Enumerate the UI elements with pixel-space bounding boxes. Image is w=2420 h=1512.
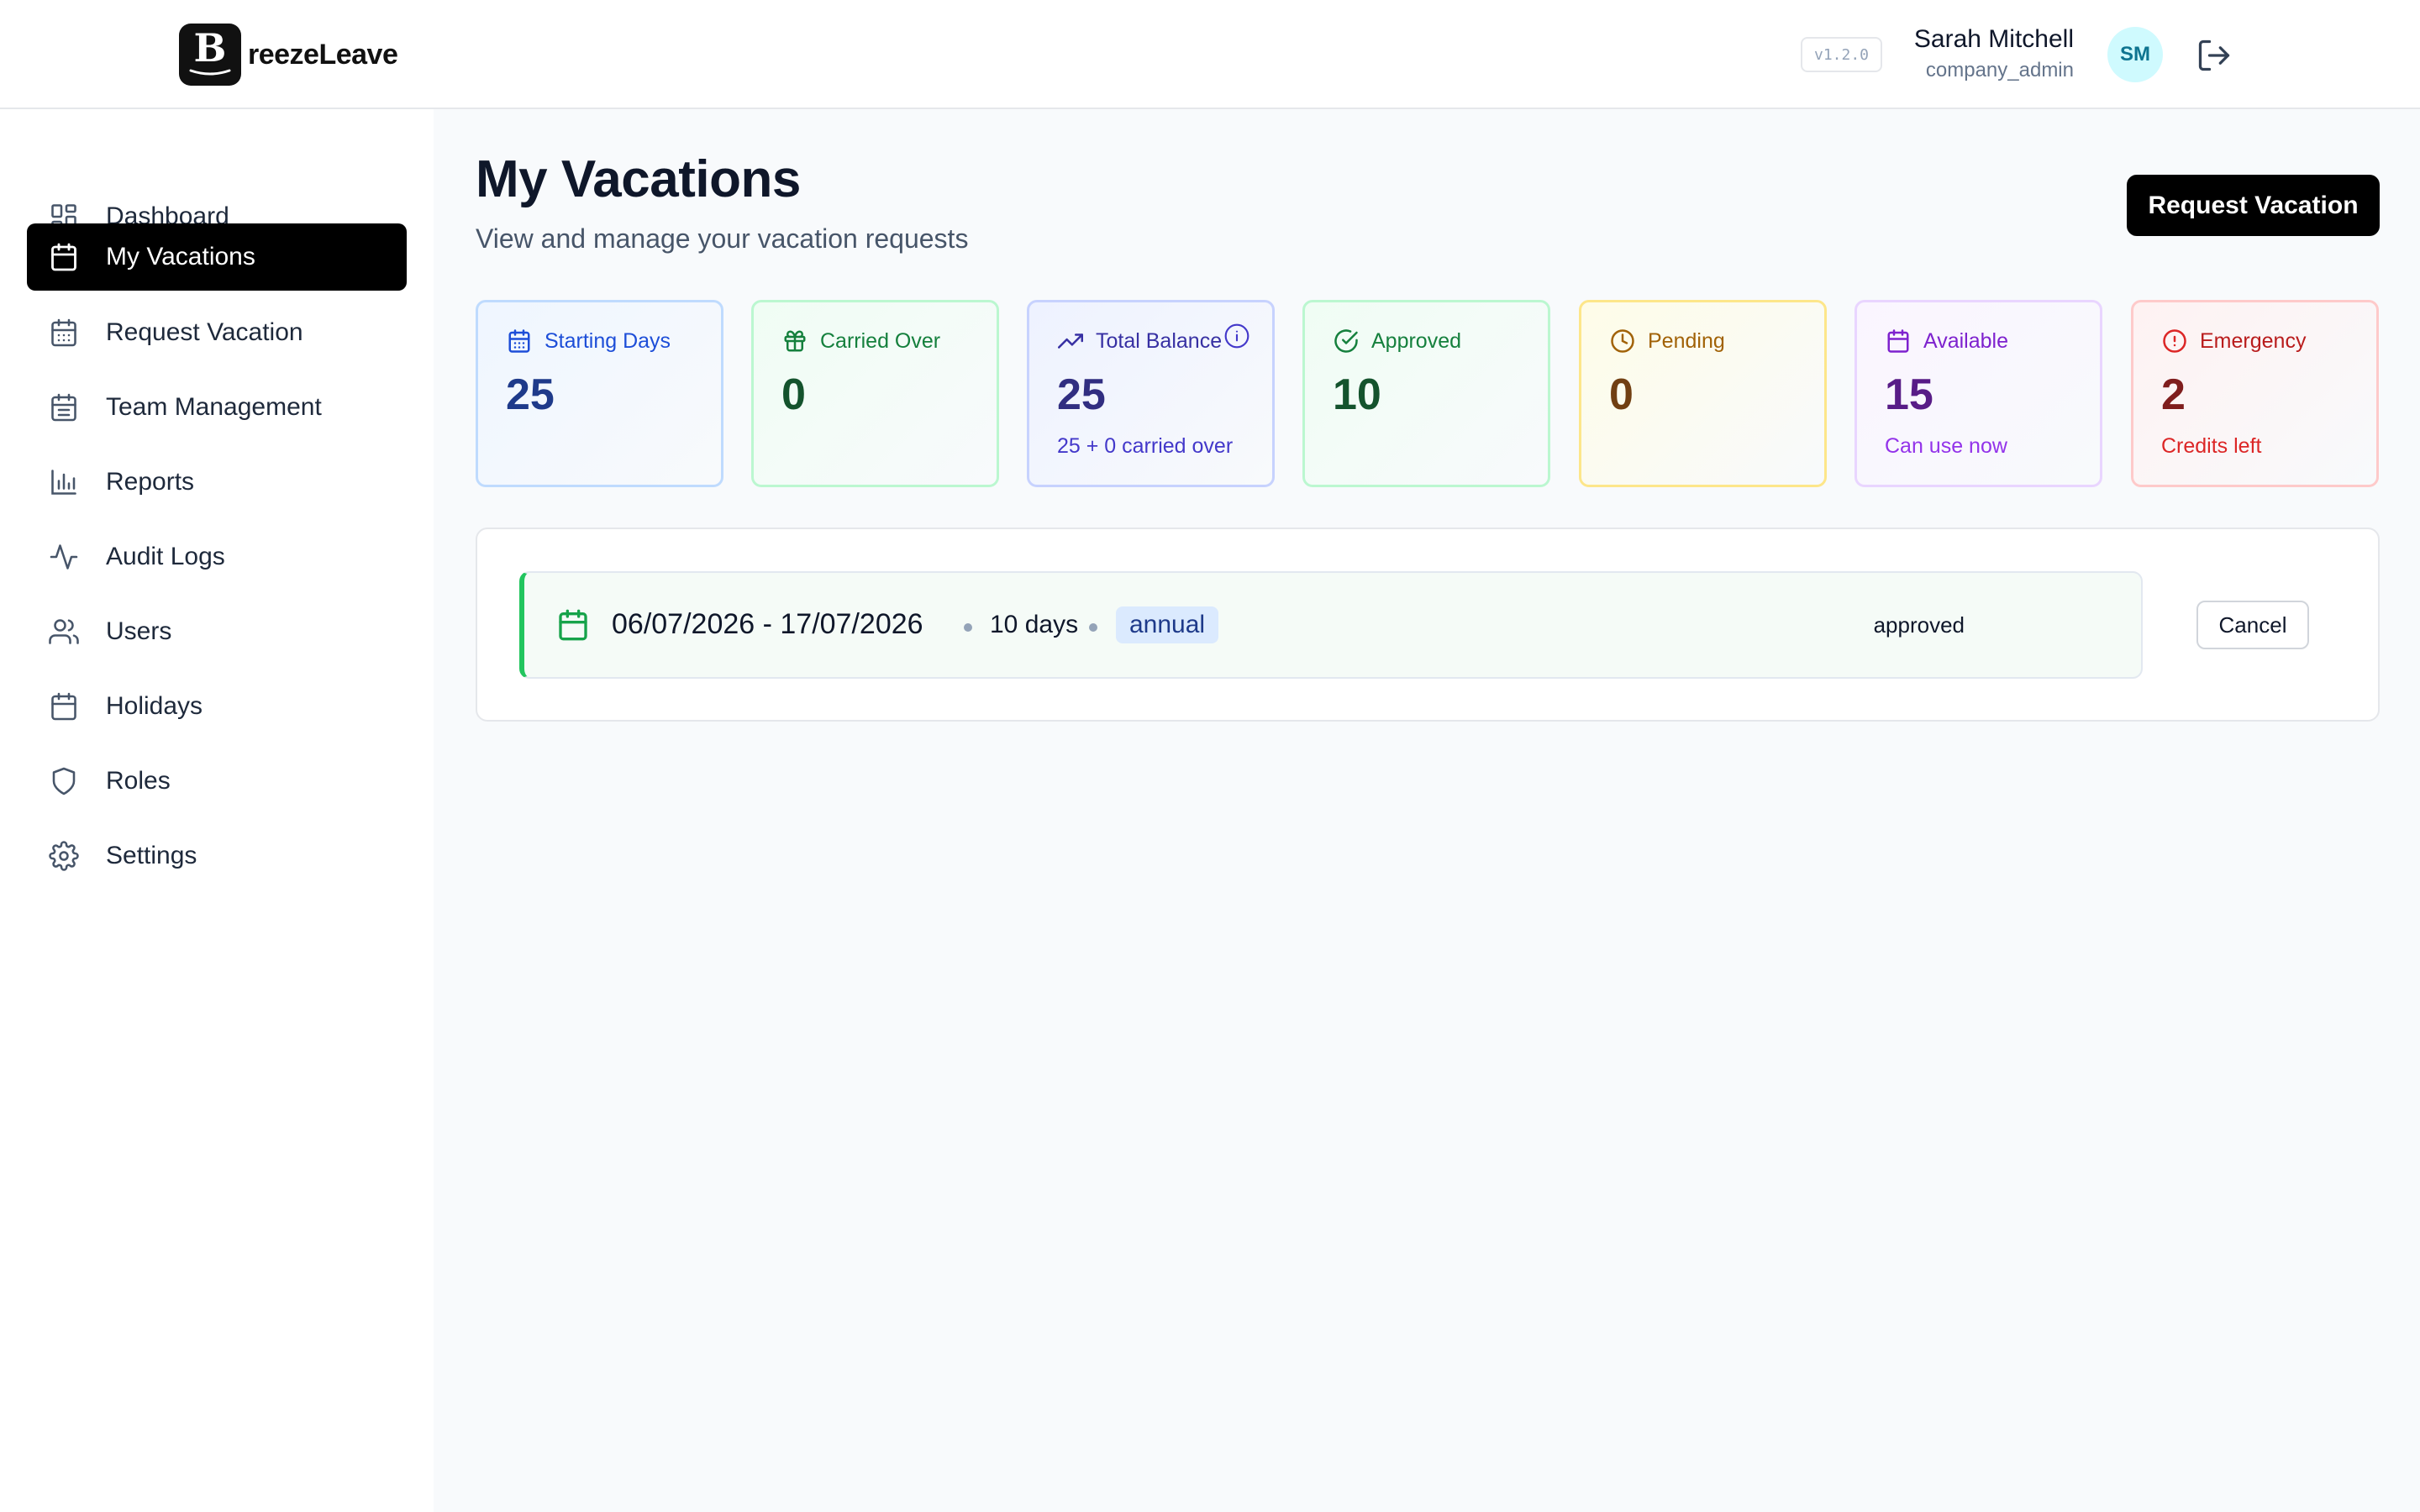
clock-icon: [1609, 328, 1636, 354]
separator-dot: [1089, 623, 1097, 632]
check-circle-icon: [1333, 328, 1360, 354]
card-label: Carried Over: [820, 328, 941, 353]
card-subtext: Can use now: [1885, 434, 2007, 458]
card-value: 0: [1609, 370, 1634, 419]
vacation-dates: 06/07/2026 - 17/07/2026: [612, 608, 923, 640]
gift-icon: [781, 328, 808, 354]
card-label: Total Balance: [1096, 328, 1223, 353]
calendar-days-icon: [47, 391, 81, 424]
sidebar-item-label: My Vacations: [106, 243, 255, 270]
carried-over-card: Carried Over 0: [751, 300, 999, 487]
page-title: My Vacations: [476, 150, 801, 208]
request-vacation-button[interactable]: Request Vacation: [2127, 175, 2380, 236]
card-label: Pending: [1648, 328, 1725, 353]
calendar-icon: [506, 328, 533, 354]
calendar-icon: [1885, 328, 1912, 354]
starting-days-card: Starting Days 25: [476, 300, 723, 487]
logo-swoosh-icon: [189, 69, 231, 76]
logo-text: reezeLeave: [248, 38, 398, 71]
card-value: 25: [506, 370, 555, 419]
page-subtitle: View and manage your vacation requests: [476, 223, 969, 254]
card-value: 0: [781, 370, 806, 419]
sidebar-item-label: Team Management: [106, 393, 322, 421]
sidebar-item-reports[interactable]: Reports: [27, 449, 407, 516]
card-label: Approved: [1371, 328, 1462, 353]
card-label: Emergency: [2200, 328, 2307, 353]
sidebar-item-settings[interactable]: Settings: [27, 822, 407, 890]
sidebar-item-my-vacations[interactable]: My Vacations: [27, 223, 407, 291]
logo-mark: B: [179, 24, 241, 86]
sidebar-item-team-management[interactable]: Team Management: [27, 374, 407, 441]
vacation-type-badge: annual: [1116, 606, 1219, 643]
card-label: Available: [1923, 328, 2009, 353]
activity-icon: [47, 540, 81, 574]
approved-card: Approved 10: [1302, 300, 1550, 487]
app-logo[interactable]: B reezeLeave: [179, 23, 398, 87]
card-value: 15: [1885, 370, 1933, 419]
gear-icon: [47, 839, 81, 873]
alert-circle-icon: [2161, 328, 2188, 354]
calendar-days-icon: [47, 316, 81, 349]
user-role: company_admin: [1925, 59, 2074, 81]
separator-dot: [964, 623, 972, 632]
version-badge: v1.2.0: [1801, 37, 1882, 72]
emergency-card: Emergency 2 Credits left: [2131, 300, 2379, 487]
card-value: 10: [1333, 370, 1381, 419]
users-icon: [47, 615, 81, 648]
shield-icon: [47, 764, 81, 798]
status-text: approved: [1873, 612, 1965, 638]
logout-icon[interactable]: [2196, 37, 2233, 74]
card-subtext: 25 + 0 carried over: [1057, 434, 1234, 458]
sidebar-item-label: Holidays: [106, 692, 203, 720]
vacation-row: 06/07/2026 - 17/07/2026 10 days annual a…: [519, 571, 2143, 679]
sidebar-item-request-vacation[interactable]: Request Vacation: [27, 299, 407, 366]
calendar-icon: [47, 690, 81, 723]
card-value: 2: [2161, 370, 2186, 419]
sidebar-item-label: Settings: [106, 842, 197, 869]
trending-up-icon: [1057, 328, 1084, 354]
available-card: Available 15 Can use now: [1854, 300, 2102, 487]
sidebar-item-label: Roles: [106, 767, 171, 795]
sidebar-item-holidays[interactable]: Holidays: [27, 673, 407, 740]
top-header: B reezeLeave v1.2.0 Sarah Mitchell compa…: [0, 0, 2420, 109]
sidebar-item-users[interactable]: Users: [27, 598, 407, 665]
total-balance-card: Total Balance 25 25 + 0 carried over: [1027, 300, 1275, 487]
bar-chart-icon: [47, 465, 81, 499]
vacations-panel: 06/07/2026 - 17/07/2026 10 days annual a…: [476, 528, 2380, 722]
user-name: Sarah Mitchell: [1913, 25, 2074, 53]
sidebar-item-label: Users: [106, 617, 172, 645]
calendar-icon: [47, 240, 81, 274]
card-label: Starting Days: [544, 328, 671, 353]
sidebar-item-audit-logs[interactable]: Audit Logs: [27, 523, 407, 591]
card-value: 25: [1057, 370, 1106, 419]
avatar[interactable]: SM: [2107, 27, 2163, 82]
sidebar-item-roles[interactable]: Roles: [27, 748, 407, 815]
vacation-days: 10 days: [990, 611, 1079, 638]
calendar-icon: [556, 608, 590, 642]
sidebar-item-label: Request Vacation: [106, 318, 303, 346]
cancel-button[interactable]: Cancel: [2196, 601, 2309, 649]
info-icon[interactable]: [1223, 323, 1250, 349]
logo-letter: B: [193, 25, 227, 71]
sidebar: Dashboard My Vacations Request Vacation …: [0, 109, 434, 1512]
card-subtext: Credits left: [2161, 434, 2262, 458]
pending-card: Pending 0: [1579, 300, 1827, 487]
sidebar-item-label: Reports: [106, 468, 195, 496]
sidebar-item-label: Audit Logs: [106, 543, 225, 570]
